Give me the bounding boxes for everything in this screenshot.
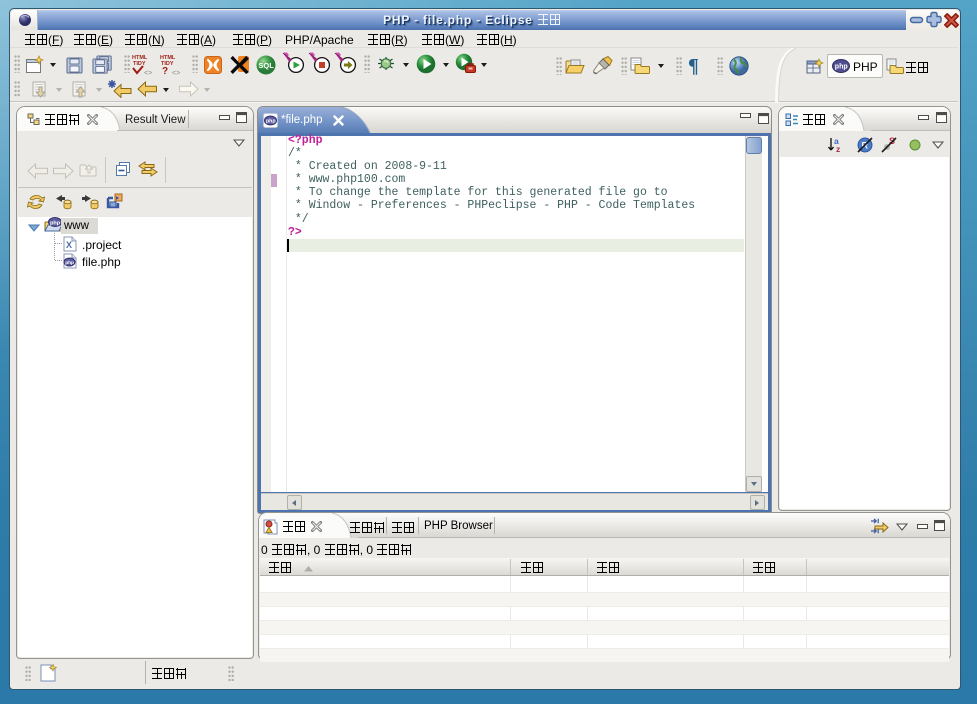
svg-text:SQL: SQL [258,61,274,70]
svg-text:z: z [836,144,840,154]
svg-text:php: php [50,221,61,227]
svg-text:?: ? [162,66,168,77]
svg-text:php: php [65,260,74,266]
svg-text:<>: <> [144,70,152,77]
svg-text:TIDY: TIDY [133,61,146,67]
svg-text:php: php [266,119,276,125]
svg-text:X: X [66,240,72,250]
svg-text:php: php [835,64,848,71]
svg-text:<>: <> [172,70,180,77]
